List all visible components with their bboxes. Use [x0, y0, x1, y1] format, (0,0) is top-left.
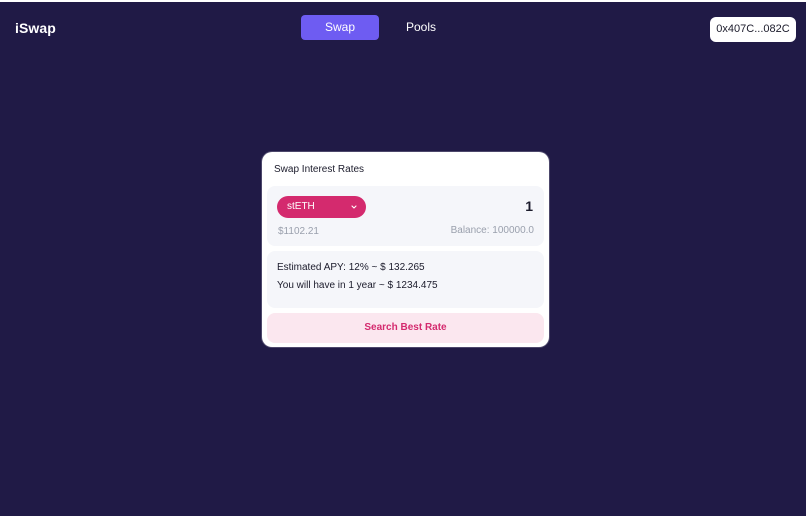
tab-pools[interactable]: Pools: [394, 15, 448, 40]
amount-input[interactable]: 1: [525, 198, 533, 214]
token-select-label: stETH: [287, 201, 315, 212]
token-select-dropdown[interactable]: stETH: [277, 196, 366, 218]
estimated-apy-text: Estimated APY: 12% ~ $ 132.265: [277, 262, 425, 273]
chevron-down-icon: [351, 205, 357, 209]
token-input-panel: stETH 1 $1102.21 Balance: 100000.0: [267, 186, 544, 246]
one-year-projection-text: You will have in 1 year ~ $ 1234.475: [277, 280, 438, 291]
app-logo: iSwap: [15, 20, 56, 36]
app-background: iSwap Swap Pools 0x407C...082C Swap Inte…: [0, 2, 806, 516]
swap-card: Swap Interest Rates stETH 1 $1102.21 Bal…: [262, 152, 549, 347]
estimate-panel: Estimated APY: 12% ~ $ 132.265 You will …: [267, 251, 544, 308]
token-balance: Balance: 100000.0: [450, 225, 534, 236]
usd-value: $1102.21: [278, 226, 319, 237]
wallet-address-button[interactable]: 0x407C...082C: [710, 17, 796, 42]
card-title: Swap Interest Rates: [274, 164, 365, 175]
search-best-rate-button[interactable]: Search Best Rate: [267, 313, 544, 343]
tab-swap[interactable]: Swap: [301, 15, 379, 40]
